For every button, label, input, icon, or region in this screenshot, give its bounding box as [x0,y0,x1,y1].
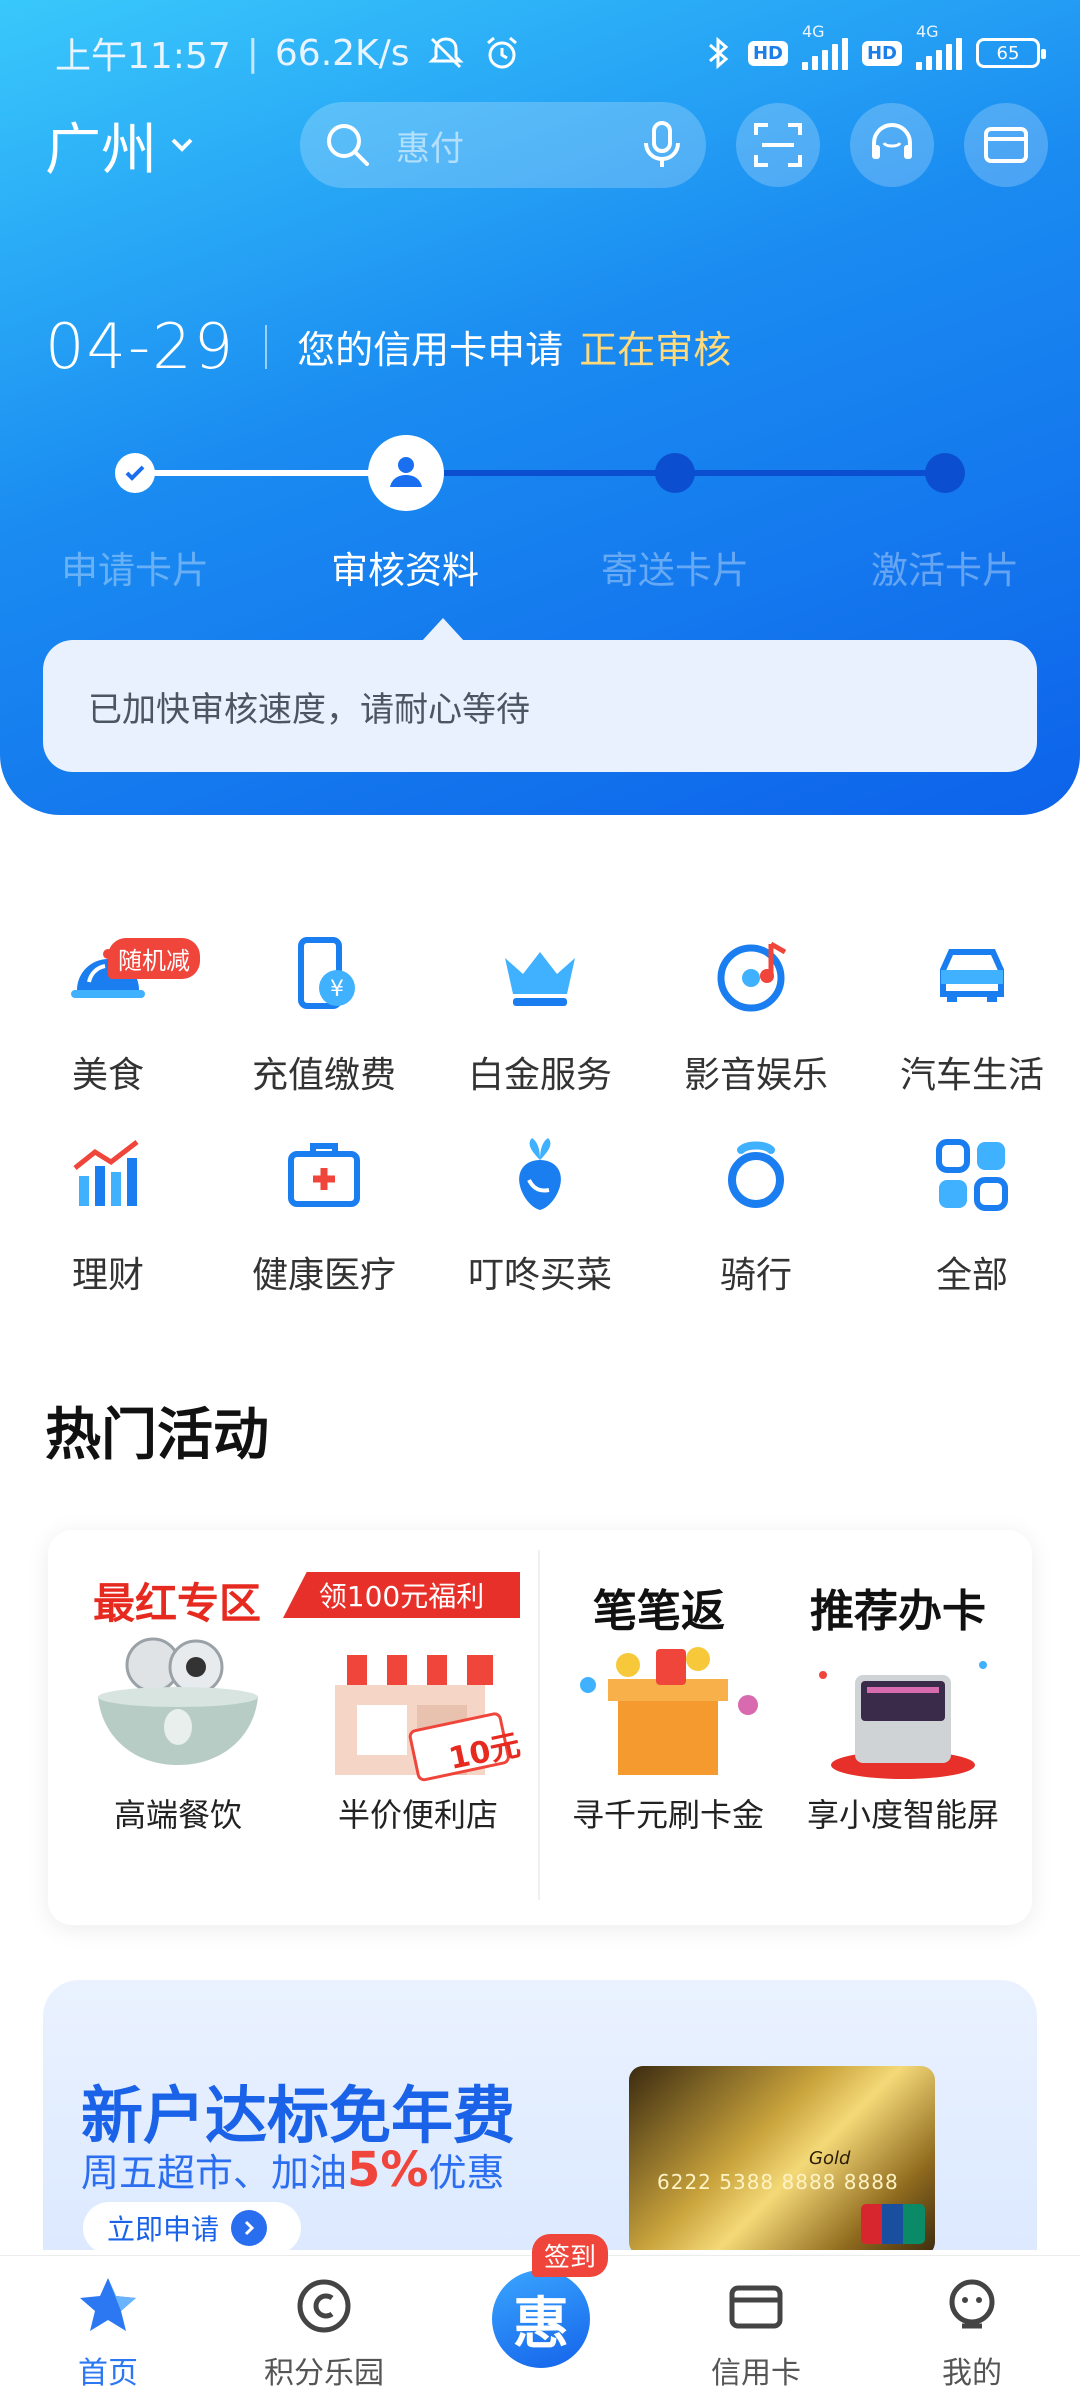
status-bar: 上午11:57 | 66.2K/s HD 4G HD 4G 65 [55,22,1046,78]
messages-button[interactable] [964,103,1048,187]
step-pending-dot [655,453,695,493]
signal-icon [801,36,848,70]
service-grocery[interactable]: 叮咚买菜 [432,1130,648,1298]
bluetooth-icon [708,36,729,70]
service-auto[interactable]: 汽车生活 [864,930,1080,1098]
step-done-check-icon [115,453,155,493]
city-selector[interactable]: 广州 [45,105,300,186]
service-all[interactable]: 全部 [864,1130,1080,1298]
step-current-user-icon [368,435,444,511]
gold-credit-card-image: Gold 6222 5388 8888 8888 [629,2066,935,2250]
service-food[interactable]: 美食 随机减 [0,930,216,1098]
service-entertainment[interactable]: 影音娱乐 [648,930,864,1098]
signal-icon-2 [916,36,962,70]
smart-screen-item[interactable]: 享小度智能屏 [783,1635,1023,1865]
profile-icon [949,2279,995,2329]
network-speed: 66.2K/s [274,32,410,74]
vegetable-icon [519,1138,561,1210]
search-input[interactable]: 惠付 [300,102,706,188]
mute-icon [427,37,464,69]
mail-icon [984,127,1028,163]
card-grade-text: Gold [809,2148,851,2169]
apply-now-button[interactable]: 立即申请 [83,2202,301,2250]
music-disc-icon [717,941,787,1012]
application-date: 04-29 [45,310,236,383]
hot-activities-card: 最红专区 领100元福利 高端餐饮 10元 半价便利店 笔笔返 寻千元刷卡金 推… [48,1530,1032,1925]
microphone-icon[interactable] [640,119,684,171]
hd-badge: HD [747,40,788,66]
promo-subtitle: 周五超市、加油5%优惠 [81,2142,505,2198]
scan-button[interactable] [736,103,820,187]
chevron-down-icon [171,138,193,152]
battery-icon: 65 [976,38,1046,68]
application-status[interactable]: 04-29 您的信用卡申请 正在审核 [45,310,731,383]
medical-kit-icon [288,1143,360,1207]
service-cycling[interactable]: 骑行 [648,1130,864,1298]
service-health[interactable]: 健康医疗 [216,1130,432,1298]
status-time: 上午11:57 [55,36,231,77]
gift-box-image [580,1647,758,1775]
bike-icon [728,1141,784,1208]
step-label-review: 审核资料 [331,549,479,592]
nav-points[interactable]: 积分乐园 [216,2274,432,2392]
progress-track-complete [135,470,405,476]
scan-icon [754,123,802,167]
unionpay-logo [861,2204,925,2244]
application-status-text: 正在审核 [579,328,732,372]
crown-icon [505,952,575,1006]
cashback-item[interactable]: 寻千元刷卡金 [558,1635,778,1865]
headset-icon [872,123,912,159]
star-icon [80,2278,136,2331]
nav-credit-card[interactable]: 信用卡 [648,2274,864,2392]
grid-icon [936,1139,1008,1211]
zone-title: 最红专区 [93,1579,262,1628]
hot-activities-title: 热门活动 [45,1403,269,1468]
step-label-ship: 寄送卡片 [601,549,749,592]
alarm-icon [486,36,517,69]
smart-screen-image [819,1661,987,1779]
cashback-header: 笔笔返 [593,1586,725,1637]
car-icon [940,949,1004,1002]
customer-service-button[interactable] [850,103,934,187]
search-icon [327,124,369,166]
step-label-apply: 申请卡片 [61,549,209,592]
bar-chart-icon [73,1140,139,1206]
search-placeholder: 惠付 [396,128,464,169]
zone-tag[interactable]: 领100元福利 [283,1572,520,1618]
points-icon [297,2279,351,2333]
hero-header: 上午11:57 | 66.2K/s HD 4G HD 4G 65 广州 惠付 0… [0,0,1080,815]
service-recharge[interactable]: ¥ 充值缴费 [216,930,432,1098]
convenience-store-item[interactable]: 10元 半价便利店 [313,1635,523,1865]
phone-payment-icon: ¥ [298,937,355,1009]
service-platinum[interactable]: 白金服务 [432,930,648,1098]
recommend-card-header: 推荐办卡 [810,1586,986,1637]
nav-home[interactable]: 首页 [0,2274,216,2392]
review-notice: 已加快审核速度，请耐心等待 [43,618,1037,772]
promo-banner[interactable]: 新户达标免年费 周五超市、加油5%优惠 立即申请 Gold 6222 5388 … [43,1980,1037,2250]
step-pending-dot-2 [925,453,965,493]
wallet-icon [729,2285,783,2329]
chevron-right-icon [231,2210,268,2246]
application-text: 您的信用卡申请 [297,328,564,372]
service-wealth[interactable]: 理财 [0,1130,216,1298]
random-discount-badge: 随机减 [108,938,200,979]
fine-dining-item[interactable]: 高端餐饮 [78,1635,278,1865]
svg-text:¥: ¥ [330,977,344,1002]
hd-badge-2: HD [861,40,902,66]
nav-checkin-button[interactable]: 惠 [492,2270,590,2368]
card-number-text: 6222 5388 8888 8888 [657,2170,899,2194]
step-label-activate: 激活卡片 [871,549,1019,592]
bowl-image [98,1637,258,1765]
checkin-badge: 签到 [532,2234,609,2277]
top-bar: 广州 惠付 [45,100,1050,190]
nav-me[interactable]: 我的 [864,2274,1080,2392]
